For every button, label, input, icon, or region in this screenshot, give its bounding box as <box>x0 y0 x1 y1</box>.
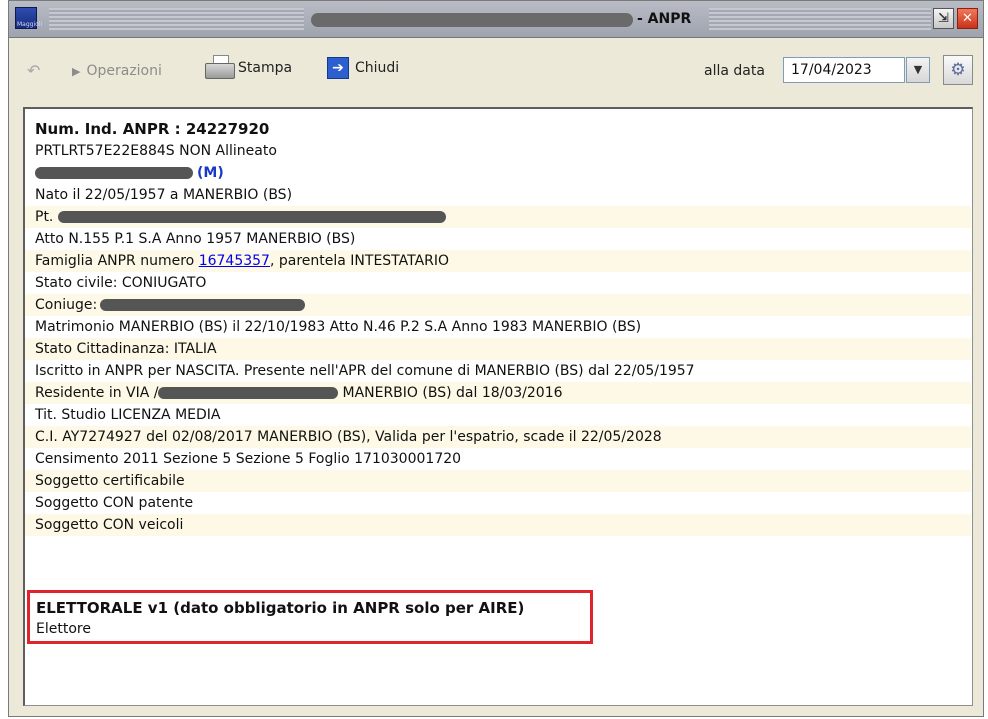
spouse-row: Coniuge: <box>25 294 971 316</box>
vehicles-status: Soggetto CON veicoli <box>25 514 971 536</box>
license-status: Soggetto CON patente <box>35 495 194 511</box>
chiudi-button[interactable]: ➔ Chiudi <box>327 57 399 79</box>
window-title: - ANPR <box>637 11 692 27</box>
chiudi-label: Chiudi <box>355 60 400 76</box>
title-bar-stripes-left <box>49 8 304 30</box>
toolbar: ↶ ▶ Operazioni Stampa ➔ Chiudi alla data … <box>9 38 983 102</box>
exit-arrow-icon: ➔ <box>327 57 349 79</box>
spouse-label: Coniuge: <box>35 297 98 313</box>
education: Tit. Studio LICENZA MEDIA <box>35 407 221 423</box>
family-number-link[interactable]: 16745357 <box>199 253 270 269</box>
pt-label: Pt. <box>35 209 54 225</box>
name-row: (M) <box>25 162 971 184</box>
record-details: Num. Ind. ANPR : 24227920 PRTLRT57E22E88… <box>25 118 971 536</box>
redacted-spouse <box>100 299 306 311</box>
residence-suffix: MANERBIO (BS) dal 18/03/2016 <box>342 385 563 401</box>
operazioni-button[interactable]: ▶ Operazioni <box>72 63 162 79</box>
fiscal-code-status: PRTLRT57E22E884S NON Allineato <box>35 143 277 159</box>
play-arrow-icon: ▶ <box>72 65 81 78</box>
redacted-name <box>35 167 193 179</box>
redacted-pt <box>57 211 446 223</box>
civil-status: Stato civile: CONIUGATO <box>35 275 207 291</box>
family-row: Famiglia ANPR numero 16745357, parentela… <box>25 250 971 272</box>
census-info: Censimento 2011 Sezione 5 Sezione 5 Fogl… <box>35 451 462 467</box>
marriage-info: Matrimonio MANERBIO (BS) il 22/10/1983 A… <box>35 319 642 335</box>
registration-info: Iscritto in ANPR per NASCITA. Presente n… <box>35 363 695 379</box>
birth-info: Nato il 22/05/1957 a MANERBIO (BS) <box>35 187 293 203</box>
app-logo-icon: Maggioli <box>15 7 42 29</box>
sex-marker: (M) <box>197 165 224 181</box>
title-bar-stripes-right <box>709 8 931 30</box>
family-prefix: Famiglia ANPR numero <box>35 253 199 269</box>
chevron-down-icon: ▼ <box>913 63 923 76</box>
electoral-value: Elettore <box>36 621 91 637</box>
redacted-title <box>311 13 633 27</box>
record-header: Num. Ind. ANPR : 24227920 <box>35 120 270 138</box>
residence-prefix: Residente in VIA / <box>35 385 159 401</box>
birth-act: Atto N.155 P.1 S.A Anno 1957 MANERBIO (B… <box>35 231 356 247</box>
identity-card: C.I. AY7274927 del 02/08/2017 MANERBIO (… <box>25 426 971 448</box>
date-label: alla data <box>704 63 765 79</box>
settings-button[interactable]: ⚙ <box>943 55 973 85</box>
record-panel: Num. Ind. ANPR : 24227920 PRTLRT57E22E88… <box>23 107 973 706</box>
family-suffix: , parentela INTESTATARIO <box>269 253 450 269</box>
date-input[interactable] <box>783 57 905 83</box>
pt-row: Pt. <box>25 206 971 228</box>
certifiable-status: Soggetto certificabile <box>25 470 971 492</box>
restore-button[interactable]: ⇲ <box>933 8 954 29</box>
redacted-address <box>158 387 339 399</box>
gear-icon: ⚙ <box>950 60 966 80</box>
close-window-button[interactable]: ✕ <box>957 8 978 29</box>
app-logo-text: Maggioli <box>17 21 43 28</box>
electoral-highlight-box: ELETTORALE v1 (dato obbligatorio in ANPR… <box>27 590 593 644</box>
title-bar[interactable]: Maggioli - ANPR ⇲ ✕ <box>9 1 983 38</box>
residence-row: Residente in VIA / MANERBIO (BS) dal 18/0… <box>25 382 971 404</box>
operazioni-label: Operazioni <box>86 63 162 79</box>
date-dropdown-button[interactable]: ▼ <box>906 57 930 83</box>
citizenship: Stato Cittadinanza: ITALIA <box>25 338 971 360</box>
electoral-title: ELETTORALE v1 (dato obbligatorio in ANPR… <box>36 599 525 617</box>
undo-icon[interactable]: ↶ <box>27 61 40 80</box>
anpr-window: Maggioli - ANPR ⇲ ✕ ↶ ▶ Operazioni Stampa… <box>8 0 984 717</box>
stampa-button[interactable]: Stampa <box>205 55 292 81</box>
stampa-label: Stampa <box>238 60 293 76</box>
printer-icon <box>205 55 235 81</box>
